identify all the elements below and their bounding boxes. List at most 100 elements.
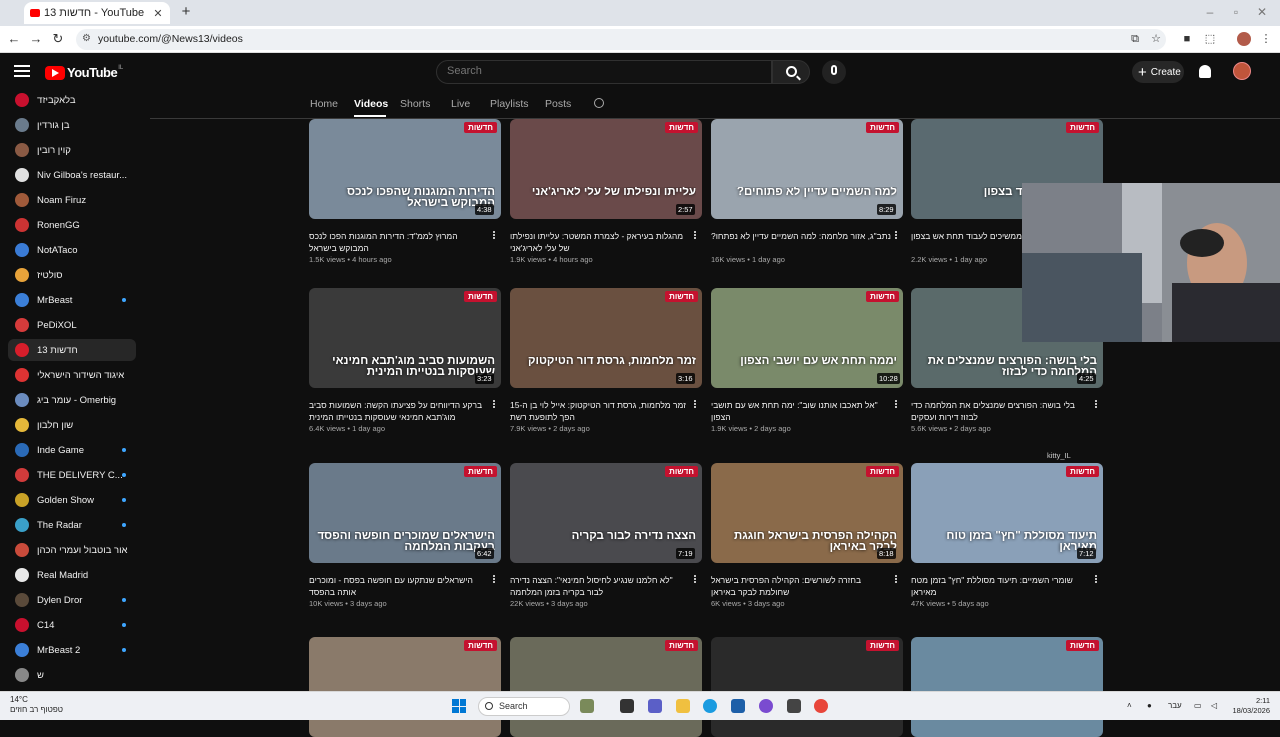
- edge-app-icon[interactable]: [703, 699, 717, 713]
- cast-icon[interactable]: ⧉: [1128, 32, 1142, 46]
- sidebar-subscription-item[interactable]: בן גורדין: [8, 114, 136, 136]
- browser-profile-avatar[interactable]: [1237, 32, 1251, 46]
- sidebar-subscription-item[interactable]: Inde Game: [8, 439, 136, 461]
- widgets-app-icon[interactable]: [580, 699, 594, 713]
- tab-shorts[interactable]: Shorts: [400, 98, 430, 110]
- sidebar-subscription-item[interactable]: סולטיז: [8, 264, 136, 286]
- sidebar-subscription-item[interactable]: קוין רובין: [8, 139, 136, 161]
- sidebar-subscription-item[interactable]: MrBeast: [8, 289, 136, 311]
- sidebar-subscription-item[interactable]: ש: [8, 664, 136, 686]
- extensions-puzzle-icon[interactable]: ⬚: [1203, 32, 1217, 46]
- bookmark-star-icon[interactable]: ☆: [1149, 32, 1163, 46]
- sidebar-subscription-item[interactable]: איגוד השידור הישראלי: [8, 364, 136, 386]
- more-options-icon[interactable]: [1095, 400, 1098, 410]
- video-title[interactable]: בלי בושה: הפורצים שמנצלים את המלחמה כדי …: [911, 399, 1091, 423]
- mic-tray-icon[interactable]: ●: [1147, 701, 1152, 710]
- sidebar-subscription-item[interactable]: Dylen Dror: [8, 589, 136, 611]
- video-thumbnail[interactable]: חדשות הישראלים שמוכרים חופשה והפסד בעקבות…: [309, 463, 501, 563]
- language-indicator[interactable]: עבר: [1168, 701, 1182, 710]
- video-title[interactable]: "אל תאכבו אותנו שוב": ימה תחת אש עם תושב…: [711, 399, 891, 423]
- video-thumbnail[interactable]: חדשות זמר מלחמות, גרסת דור הטיקטוק 3:16: [510, 288, 702, 388]
- sidebar-subscription-item[interactable]: The Radar: [8, 514, 136, 536]
- tab-videos[interactable]: Videos: [354, 98, 388, 110]
- voice-search-button[interactable]: [822, 60, 846, 84]
- maximize-icon[interactable]: ▫: [1228, 5, 1244, 19]
- video-card[interactable]: חדשות זמר מלחמות, גרסת דור הטיקטוק 3:16 זמר…: [510, 288, 702, 433]
- display-tray-icon[interactable]: ▭: [1194, 701, 1202, 710]
- weather-widget[interactable]: 14°C טפטוף רב חוזים: [10, 695, 63, 715]
- video-thumbnail[interactable]: חדשות: [510, 637, 702, 737]
- sidebar-subscription-item[interactable]: C14: [8, 614, 136, 636]
- more-options-icon[interactable]: [493, 575, 496, 585]
- video-title[interactable]: ברקע הדיווחים על פציעתו הקשה: השמועות סב…: [309, 399, 489, 423]
- new-tab-button[interactable]: +: [178, 4, 194, 20]
- notifications-bell-icon[interactable]: [1199, 65, 1211, 78]
- video-card[interactable]: חדשות הדירות המוגנות שהפכו לנכס המבוקש בי…: [309, 119, 501, 264]
- tab-posts[interactable]: Posts: [545, 98, 571, 110]
- sidebar-subscription-item[interactable]: Noam Firuz: [8, 189, 136, 211]
- more-options-icon[interactable]: [694, 400, 697, 410]
- app-icon[interactable]: [787, 699, 801, 713]
- task-view-icon[interactable]: [620, 699, 634, 713]
- video-card[interactable]: חדשות השמועות סביב מוג'תבא חמינאי שעוסקות…: [309, 288, 501, 433]
- teams-app-icon[interactable]: [648, 699, 662, 713]
- video-card[interactable]: חדשות: [911, 637, 1103, 737]
- more-options-icon[interactable]: [493, 231, 496, 241]
- sidebar-subscription-item[interactable]: עומר ביג - Omerbig: [8, 389, 136, 411]
- video-thumbnail[interactable]: חדשות תיעוד מסוללת "חץ" בזמן טוח מאיראן 7:…: [911, 463, 1103, 563]
- video-card[interactable]: חדשות הקהילה הפרסית בישראל חוגגת לבקר באי…: [711, 463, 903, 608]
- video-thumbnail[interactable]: חדשות: [309, 637, 501, 737]
- sidebar-subscription-item[interactable]: RonenGG: [8, 214, 136, 236]
- video-title[interactable]: נתב"ג, אזור מלחמה: למה השמיים עדיין לא נ…: [711, 230, 891, 254]
- video-thumbnail[interactable]: חדשות: [711, 637, 903, 737]
- sidebar-subscription-item[interactable]: אור בוטבול ועמרי הכהן: [8, 539, 136, 561]
- video-title[interactable]: בחזרה לשורשים: הקהילה הפרסית בישראל שחול…: [711, 574, 891, 598]
- more-options-icon[interactable]: [694, 231, 697, 241]
- video-title[interactable]: המרוץ לממ"ד: הדירות המוגנות הפכו לנכס המ…: [309, 230, 489, 254]
- video-title[interactable]: "לא חלמנו שנגיע לחיסול חמינאי": הצצה נדי…: [510, 574, 690, 598]
- more-options-icon[interactable]: [895, 231, 898, 241]
- video-card[interactable]: חדשות הצצה נדירה לבור בקריה 7:19 "לא חלמנו …: [510, 463, 702, 608]
- video-title[interactable]: זמר מלחמות, גרסת דור הטיקטוק: אייל לוי ב…: [510, 399, 690, 423]
- sidebar-subscription-item[interactable]: Niv Gilboa's restaur...: [8, 164, 136, 186]
- video-thumbnail[interactable]: חדשות הדירות המוגנות שהפכו לנכס המבוקש בי…: [309, 119, 501, 219]
- tab-playlists[interactable]: Playlists: [490, 98, 529, 110]
- video-thumbnail[interactable]: חדשות עלייתו ונפילתו של עלי לאריג'אני 2:57: [510, 119, 702, 219]
- store-app-icon[interactable]: [731, 699, 745, 713]
- sidebar-subscription-item[interactable]: בלאקביזד: [8, 89, 136, 111]
- video-card[interactable]: חדשות למה השמיים עדיין לא פתוחים? 8:29 נתב"…: [711, 119, 903, 264]
- sidebar-subscription-item[interactable]: PeDiXOL: [8, 314, 136, 336]
- video-card[interactable]: חדשות יממה תחת אש עם יושבי הצפון 10:28 "אל …: [711, 288, 903, 433]
- video-thumbnail[interactable]: חדשות למה השמיים עדיין לא פתוחים? 8:29: [711, 119, 903, 219]
- search-button[interactable]: [772, 60, 810, 84]
- tray-chevron-icon[interactable]: ˄: [1127, 701, 1132, 710]
- search-input[interactable]: [447, 65, 747, 77]
- tab-live[interactable]: Live: [451, 98, 470, 110]
- video-card[interactable]: חדשות עלייתו ונפילתו של עלי לאריג'אני 2:57…: [510, 119, 702, 264]
- sidebar-subscription-item[interactable]: THE DELIVERY C...: [8, 464, 136, 486]
- video-card[interactable]: חדשות: [510, 637, 702, 737]
- video-title[interactable]: מהגלות בעיראק - לצמרת המשטר: עלייתו ונפי…: [510, 230, 690, 254]
- extension-icon[interactable]: ■: [1180, 32, 1194, 46]
- windows-start-icon[interactable]: [452, 699, 466, 713]
- video-card[interactable]: חדשות: [711, 637, 903, 737]
- video-card[interactable]: חדשות: [309, 637, 501, 737]
- youtube-logo[interactable]: YouTube IL: [45, 65, 123, 80]
- video-title[interactable]: הישראלים שנתקעו עם חופשה בפסח - ומוכרים …: [309, 574, 489, 598]
- site-info-icon[interactable]: ⚙: [82, 33, 94, 45]
- video-card[interactable]: חדשות תיעוד מסוללת "חץ" בזמן טוח מאיראן 7:…: [911, 463, 1103, 608]
- browser-tab[interactable]: חדשות 13 - YouTube ✕: [24, 2, 170, 24]
- sidebar-subscription-item[interactable]: שון חלבון: [8, 414, 136, 436]
- address-bar[interactable]: ⚙ youtube.com/@News13/videos: [76, 29, 1166, 50]
- volume-icon[interactable]: ◁: [1211, 701, 1217, 710]
- video-thumbnail[interactable]: חדשות הצצה נדירה לבור בקריה 7:19: [510, 463, 702, 563]
- close-window-icon[interactable]: ✕: [1254, 5, 1270, 19]
- video-card[interactable]: חדשות הישראלים שמוכרים חופשה והפסד בעקבות…: [309, 463, 501, 608]
- url-text[interactable]: youtube.com/@News13/videos: [98, 33, 243, 45]
- file-explorer-icon[interactable]: [676, 699, 690, 713]
- create-button[interactable]: + Create: [1132, 61, 1184, 83]
- video-thumbnail[interactable]: חדשות השמועות סביב מוג'תבא חמינאי שעוסקות…: [309, 288, 501, 388]
- forward-icon[interactable]: →: [28, 31, 44, 47]
- minimize-icon[interactable]: –: [1202, 5, 1218, 19]
- more-options-icon[interactable]: [895, 400, 898, 410]
